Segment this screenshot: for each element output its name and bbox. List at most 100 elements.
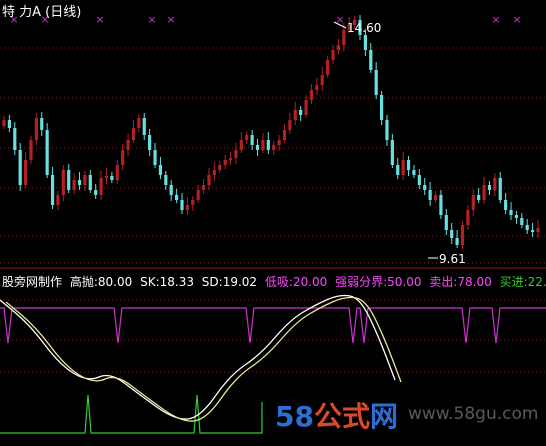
signal-marker: × — [335, 13, 344, 26]
candle-body — [385, 120, 389, 140]
candle-body — [83, 175, 87, 185]
candle-body — [239, 140, 243, 150]
signal-marker: × — [95, 13, 104, 26]
candle-body — [363, 35, 367, 50]
candle-body — [207, 175, 211, 185]
candle-body — [277, 140, 281, 145]
candle-body — [88, 175, 92, 190]
candle-body — [326, 60, 330, 75]
candle-body — [336, 45, 341, 50]
candle-body — [282, 130, 287, 140]
candle-body — [142, 118, 146, 135]
candle-body — [315, 85, 319, 90]
candle-body — [121, 150, 125, 165]
candle-body — [99, 178, 103, 195]
legend-high-throw: 高抛:80.00 — [69, 275, 133, 289]
legend-buy: 买进:22.00 — [499, 275, 546, 289]
stock-title: 特 力A (日线) — [2, 5, 82, 20]
candle-body — [104, 176, 109, 178]
candle-body — [390, 140, 394, 165]
candle-body — [342, 30, 346, 45]
signal-marker: × — [512, 13, 521, 26]
legend-sell: 卖出:78.00 — [429, 275, 492, 289]
candle-body — [56, 195, 60, 205]
kline-chart[interactable]: × × × × × × × × — [0, 0, 546, 446]
candle-body — [29, 140, 33, 160]
candle-body — [245, 135, 249, 140]
candle-body — [531, 230, 535, 232]
candle-body — [514, 215, 519, 218]
candle-body — [487, 185, 492, 190]
candle-body — [67, 170, 71, 190]
candle-body — [299, 110, 303, 115]
candle-body — [234, 150, 238, 158]
low-price-label: 9.61 — [439, 252, 466, 266]
candle-body — [455, 238, 459, 245]
candle-body — [18, 150, 22, 185]
candle-body — [401, 160, 405, 175]
candle-body — [2, 120, 6, 126]
candle-body — [396, 165, 400, 175]
candle-body — [309, 90, 314, 100]
legend-sd: SD:19.02 — [201, 275, 258, 289]
candle-body — [158, 165, 163, 175]
candle-body — [255, 145, 260, 150]
candle-body — [536, 228, 540, 232]
candle-body — [191, 200, 195, 205]
candle-body — [423, 185, 427, 190]
candle-body — [379, 95, 384, 120]
candle-body — [493, 178, 497, 190]
legend-low-suck: 低吸:20.00 — [264, 275, 328, 289]
candle-body — [520, 218, 524, 225]
sell-signal-line — [0, 307, 546, 344]
candle-body — [369, 50, 373, 70]
candle-body — [293, 110, 297, 120]
candle-body — [471, 195, 475, 210]
candle-body — [498, 178, 502, 200]
candle-body — [77, 180, 82, 185]
candle-body — [50, 175, 55, 205]
candle-body — [201, 185, 206, 190]
candle-body — [525, 225, 529, 230]
candle-body — [137, 118, 141, 128]
watermark-url: www.58gu.com — [408, 404, 539, 424]
candle-body — [266, 140, 270, 150]
candle-body — [428, 190, 432, 200]
candle-body — [110, 176, 114, 180]
candle-body — [180, 200, 184, 210]
indicator-name: 股旁网制作 — [2, 275, 63, 289]
candle-body — [131, 128, 136, 140]
candle-body — [406, 160, 411, 170]
candle-body — [504, 200, 508, 210]
legend-divide: 强弱分界:50.00 — [335, 275, 422, 289]
candle-body — [460, 225, 465, 245]
candle-body — [196, 190, 200, 200]
candle-body — [482, 185, 486, 200]
candle-body — [94, 190, 98, 195]
candle-body — [13, 128, 17, 150]
candle-body — [450, 230, 454, 238]
candle-body — [115, 165, 119, 180]
candle-body — [153, 150, 157, 165]
high-price-label: 14.60 — [347, 21, 382, 35]
candle-body — [40, 118, 44, 130]
candle-body — [72, 180, 76, 190]
indicator-legend: 股旁网制作 高抛:80.00 SK:18.33 SD:19.02 低吸:20.0… — [2, 273, 546, 290]
candle-body — [331, 50, 335, 60]
legend-sk: SK:18.33 — [140, 275, 194, 289]
candle-body — [477, 195, 481, 200]
candle-body — [288, 120, 292, 130]
buy-signal-line — [0, 394, 263, 434]
candle-body — [250, 135, 254, 145]
candle-body — [439, 195, 443, 215]
candle-body — [272, 145, 276, 150]
candle-body — [374, 70, 378, 95]
signal-marker: × — [147, 13, 156, 26]
candle-body — [7, 120, 11, 128]
candle-body — [45, 130, 49, 175]
candle-body — [218, 165, 222, 170]
candle-body — [412, 170, 416, 175]
candle-body — [185, 205, 189, 210]
candle-body — [261, 140, 265, 150]
candle-body — [212, 170, 216, 175]
